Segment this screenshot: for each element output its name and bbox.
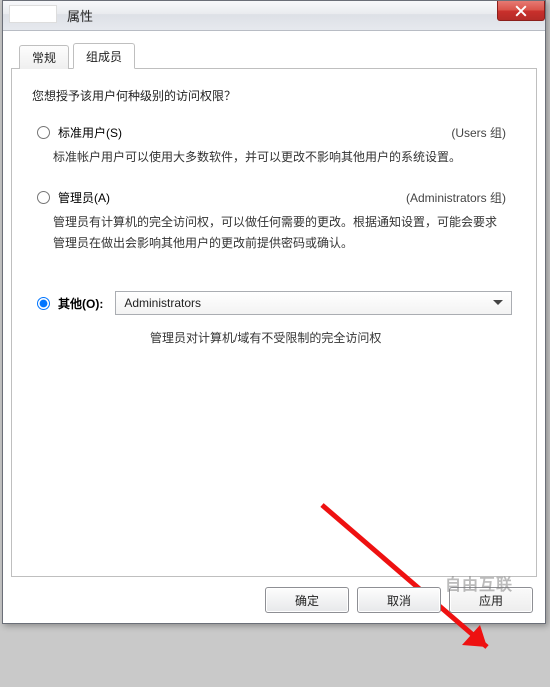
titlebar[interactable]: 属性	[3, 1, 545, 31]
tab-members[interactable]: 组成员	[73, 43, 135, 69]
radio-administrator[interactable]	[37, 191, 50, 204]
group-combobox[interactable]: Administrators	[115, 291, 512, 315]
close-icon	[515, 5, 527, 17]
option-other[interactable]: 其他(O): Administrators	[32, 291, 516, 315]
close-button[interactable]	[497, 1, 545, 21]
tabstrip: 常规 组成员	[11, 43, 537, 69]
button-label: 确定	[295, 592, 319, 609]
combobox-value: Administrators	[124, 296, 201, 310]
option-label: 其他(O):	[58, 295, 103, 312]
apply-button[interactable]: 应用	[449, 587, 533, 613]
option-other-desc: 管理员对计算机/域有不受限制的完全访问权	[150, 329, 516, 346]
option-standard-user[interactable]: 标准用户(S) (Users 组)	[32, 124, 516, 141]
properties-window: 属性 常规 组成员 您想授予该用户何种级别的访问权限？ 标准用户(S) (Use…	[2, 0, 546, 624]
radio-other[interactable]	[37, 297, 50, 310]
cancel-button[interactable]: 取消	[357, 587, 441, 613]
option-admin-desc: 管理员有计算机的完全访问权，可以做任何需要的更改。根据通知设置，可能会要求管理员…	[53, 212, 504, 253]
chevron-down-icon	[489, 294, 507, 312]
radio-standard-user[interactable]	[37, 126, 50, 139]
button-label: 应用	[479, 592, 503, 609]
button-label: 取消	[387, 592, 411, 609]
tab-general[interactable]: 常规	[19, 45, 69, 69]
option-label: 标准用户(S)	[58, 124, 122, 141]
window-title: 属性	[67, 6, 93, 25]
group-hint: (Administrators 组)	[406, 189, 506, 206]
option-administrator[interactable]: 管理员(A) (Administrators 组)	[32, 189, 516, 206]
ok-button[interactable]: 确定	[265, 587, 349, 613]
group-hint: (Users 组)	[451, 124, 506, 141]
title-redaction	[9, 5, 57, 23]
option-standard-desc: 标准帐户用户可以使用大多数软件，并可以更改不影响其他用户的系统设置。	[53, 147, 504, 167]
tab-label: 常规	[32, 49, 56, 66]
client-area: 常规 组成员 您想授予该用户何种级别的访问权限？ 标准用户(S) (Users …	[11, 39, 537, 577]
tab-page-members: 您想授予该用户何种级别的访问权限？ 标准用户(S) (Users 组) 标准帐户…	[11, 69, 537, 577]
tab-label: 组成员	[86, 48, 122, 65]
dialog-buttons: 确定 取消 应用	[265, 587, 533, 613]
access-level-prompt: 您想授予该用户何种级别的访问权限？	[32, 87, 516, 104]
option-label: 管理员(A)	[58, 189, 110, 206]
